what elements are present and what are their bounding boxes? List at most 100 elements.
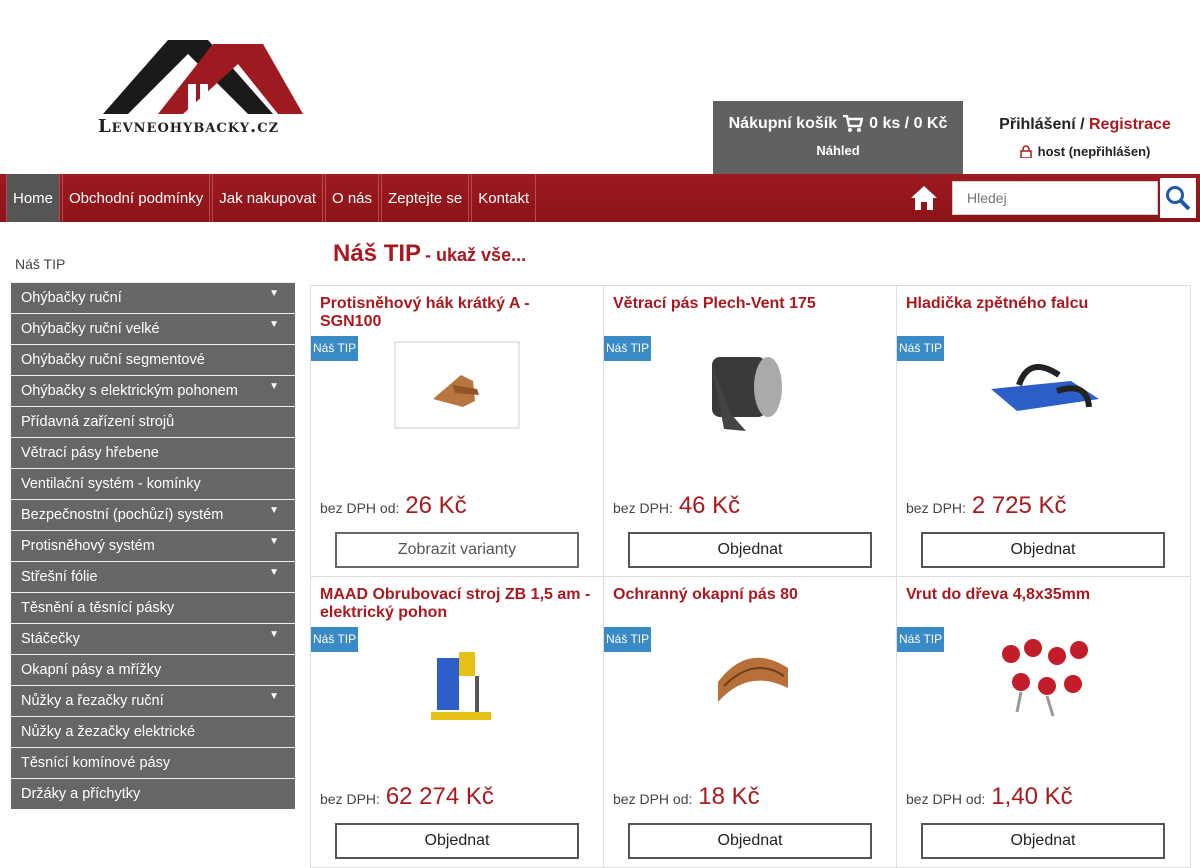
- sidebar-item[interactable]: Ohýbačky ruční velké ▼: [11, 313, 295, 344]
- login-link[interactable]: Přihlášení: [999, 116, 1075, 133]
- sidebar-item[interactable]: Těsnící komínové pásy: [11, 747, 295, 778]
- order-button[interactable]: Objednat: [921, 532, 1165, 568]
- sidebar-title[interactable]: Náš TIP: [15, 256, 65, 272]
- nav-about[interactable]: O nás: [325, 174, 380, 222]
- order-button[interactable]: Objednat: [628, 823, 872, 859]
- sidebar-item-label: Větrací pásy hřebene: [21, 445, 159, 461]
- order-button[interactable]: Objednat: [921, 823, 1165, 859]
- product-title[interactable]: Ochranný okapní pás 80: [613, 586, 888, 604]
- sidebar-item-label: Střešní fólie: [21, 569, 98, 585]
- show-variants-button[interactable]: Zobrazit varianty: [335, 532, 579, 568]
- sidebar-item[interactable]: Přídavná zařízení strojů: [11, 406, 295, 437]
- nav-terms[interactable]: Obchodní podmínky: [62, 174, 211, 222]
- nav-home[interactable]: Home: [6, 174, 61, 222]
- show-all-link[interactable]: - ukaž vše...: [425, 245, 526, 265]
- sidebar-item[interactable]: Ohýbačky ruční ▼: [11, 282, 295, 313]
- price-label: bez DPH od:: [906, 791, 986, 807]
- sidebar-item[interactable]: Nůžky a řezačky ruční ▼: [11, 685, 295, 716]
- order-button[interactable]: Objednat: [335, 823, 579, 859]
- tip-badge: Náš TIP: [311, 336, 359, 361]
- price-value: 46 Kč: [678, 492, 741, 519]
- submenu-arrow-icon: ▼: [269, 288, 279, 299]
- sidebar-item[interactable]: Střešní fólie ▼: [11, 561, 295, 592]
- seamer-tool-image[interactable]: [961, 341, 1125, 433]
- category-menu: Ohýbačky ruční ▼ Ohýbačky ruční velké ▼ Ohýb…: [11, 282, 295, 809]
- section-title: Náš TIP: [333, 240, 422, 267]
- order-button[interactable]: Objednat: [628, 532, 872, 568]
- cart-icon: [843, 115, 864, 132]
- sidebar-item-label: Ventilační systém - komínky: [21, 476, 201, 492]
- sidebar-item[interactable]: Bezpečnostní (pochůzí) systém ▼: [11, 499, 295, 530]
- login-box: Přihlášení / Registrace host (nepřihláše…: [975, 116, 1195, 159]
- product-title[interactable]: MAAD Obrubovací stroj ZB 1,5 am - elektr…: [320, 586, 595, 622]
- vent-roll-image[interactable]: [668, 341, 832, 433]
- product-grid: Protisněhový hák krátký A - SGN100 Náš TI…: [310, 285, 1191, 868]
- sidebar-item-label: Nůžky a řezačky ruční: [21, 693, 164, 709]
- price-value: 18 Kč: [698, 783, 760, 810]
- cart-amount: 0 ks / 0 Kč: [869, 115, 948, 132]
- product-price: bez DPH od: 18 Kč: [613, 783, 760, 811]
- search-input[interactable]: [952, 181, 1158, 215]
- tip-badge: Náš TIP: [604, 336, 652, 361]
- flanging-machine-image[interactable]: [375, 632, 539, 724]
- sidebar-item[interactable]: Okapní pásy a mřížky: [11, 654, 295, 685]
- sidebar-item-label: Těsnění a těsnící pásky: [21, 600, 175, 616]
- submenu-arrow-icon: ▼: [269, 691, 279, 702]
- product-price: bez DPH od: 1,40 Kč: [906, 783, 1073, 811]
- price-value: 62 274 Kč: [385, 783, 494, 810]
- product-title[interactable]: Protisněhový hák krátký A - SGN100: [320, 295, 595, 331]
- screws-image[interactable]: [961, 632, 1125, 724]
- register-link[interactable]: Registrace: [1089, 116, 1171, 133]
- sidebar-item-label: Okapní pásy a mřížky: [21, 662, 162, 678]
- sidebar-item-label: Ohýbačky ruční segmentové: [21, 352, 205, 368]
- sidebar-item-label: Stáčečky: [21, 631, 80, 647]
- nav-contact[interactable]: Kontakt: [471, 174, 537, 222]
- sidebar-item-label: Těsnící komínové pásy: [21, 755, 171, 771]
- sidebar-item[interactable]: Větrací pásy hřebene: [11, 437, 295, 468]
- sidebar-item[interactable]: Ohýbačky ruční segmentové: [11, 344, 295, 375]
- price-value: 2 725 Kč: [971, 492, 1067, 519]
- sidebar-item[interactable]: Ventilační systém - komínky: [11, 468, 295, 499]
- cart-preview-link[interactable]: Náhled: [713, 143, 963, 158]
- product-card: MAAD Obrubovací stroj ZB 1,5 am - elektr…: [310, 576, 604, 868]
- search-button[interactable]: [1160, 178, 1196, 218]
- cart-box[interactable]: Nákupní košík 0 ks / 0 Kč Náhled: [713, 101, 963, 174]
- logo-text: Levneohybacky.cz: [98, 116, 280, 137]
- site-logo[interactable]: Levneohybacky.cz: [98, 40, 330, 137]
- price-value: 26 Kč: [405, 492, 467, 519]
- product-title[interactable]: Větrací pás Plech-Vent 175: [613, 295, 888, 313]
- product-title[interactable]: Hladička zpětného falcu: [906, 295, 1182, 313]
- price-label: bez DPH:: [613, 500, 673, 516]
- sidebar-item[interactable]: Těsnění a těsnící pásky: [11, 592, 295, 623]
- submenu-arrow-icon: ▼: [269, 536, 279, 547]
- sidebar-item[interactable]: Nůžky a žezačky elektrické: [11, 716, 295, 747]
- product-card: Větrací pás Plech-Vent 175 Náš TIP bez DPH…: [603, 285, 897, 577]
- submenu-arrow-icon: ▼: [269, 567, 279, 578]
- price-label: bez DPH od:: [613, 791, 693, 807]
- submenu-arrow-icon: ▼: [269, 505, 279, 516]
- product-title[interactable]: Vrut do dřeva 4,8x35mm: [906, 586, 1182, 604]
- search-icon: [1166, 186, 1191, 211]
- sidebar-item[interactable]: Protisněhový systém ▼: [11, 530, 295, 561]
- price-label: bez DPH:: [906, 500, 966, 516]
- nav-ask[interactable]: Zeptejte se: [381, 174, 470, 222]
- sidebar-item[interactable]: Držáky a příchytky: [11, 778, 295, 809]
- sidebar-item[interactable]: Stáčečky ▼: [11, 623, 295, 654]
- submenu-arrow-icon: ▼: [269, 629, 279, 640]
- sidebar-item-label: Protisněhový systém: [21, 538, 155, 554]
- snow-hook-image[interactable]: [375, 341, 539, 433]
- product-price: bez DPH: 2 725 Kč: [906, 492, 1067, 520]
- sidebar-item-label: Ohýbačky ruční velké: [21, 321, 160, 337]
- gutter-mesh-image[interactable]: [668, 632, 832, 724]
- product-card: Ochranný okapní pás 80 Náš TIP bez DPH od:…: [603, 576, 897, 868]
- home-icon[interactable]: [910, 184, 938, 212]
- tip-badge: Náš TIP: [897, 336, 945, 361]
- section-heading: Náš TIP - ukaž vše...: [333, 240, 526, 268]
- product-price: bez DPH: 62 274 Kč: [320, 783, 494, 811]
- tip-badge: Náš TIP: [897, 627, 945, 652]
- sidebar-item-label: Bezpečnostní (pochůzí) systém: [21, 507, 224, 523]
- nav-how-to-buy[interactable]: Jak nakupovat: [212, 174, 323, 222]
- cart-label: Nákupní košík: [728, 115, 838, 132]
- sidebar-item[interactable]: Ohýbačky s elektrickým pohonem ▼: [11, 375, 295, 406]
- product-card: Hladička zpětného falcu Náš TIP bez DPH: 2…: [896, 285, 1191, 577]
